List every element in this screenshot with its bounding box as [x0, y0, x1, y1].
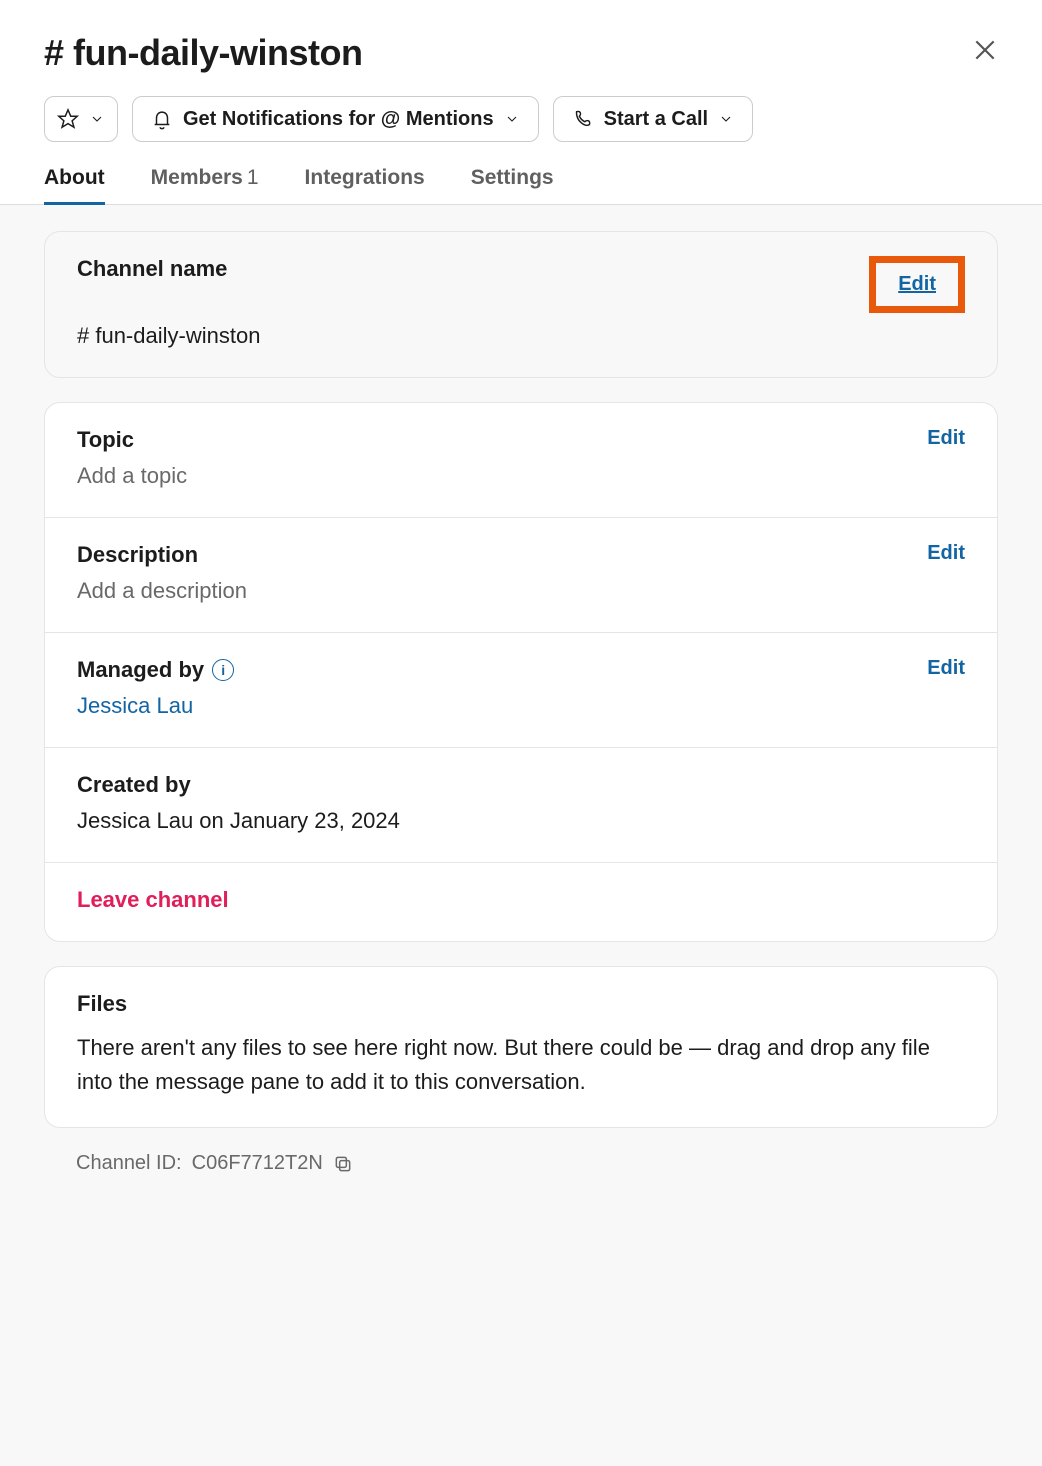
- notifications-button[interactable]: Get Notifications for @ Mentions: [132, 96, 539, 142]
- channel-id-value: C06F7712T2N: [192, 1152, 323, 1175]
- files-card: Files There aren't any files to see here…: [44, 966, 998, 1128]
- copy-icon[interactable]: [333, 1154, 353, 1174]
- star-icon: [57, 108, 79, 130]
- channel-name-card: Channel name Edit # fun-daily-winston: [44, 231, 998, 378]
- managed-by-label-text: Managed by: [77, 657, 204, 683]
- tab-integrations[interactable]: Integrations: [305, 166, 425, 204]
- managed-by-label: Managed by i: [77, 657, 234, 683]
- tabs: About Members1 Integrations Settings: [0, 166, 1042, 205]
- chevron-down-icon: [89, 111, 105, 127]
- modal-header: # fun-daily-winston Get Notifications fo…: [0, 0, 1042, 166]
- tab-about-label: About: [44, 166, 105, 189]
- phone-icon: [572, 108, 594, 130]
- start-call-button[interactable]: Start a Call: [553, 96, 753, 142]
- info-icon[interactable]: i: [212, 659, 234, 681]
- tab-members-label: Members: [151, 166, 243, 189]
- files-text: There aren't any files to see here right…: [77, 1031, 965, 1099]
- tab-members[interactable]: Members1: [151, 166, 259, 204]
- created-by-value: Jessica Lau on January 23, 2024: [77, 808, 965, 834]
- bell-icon: [151, 108, 173, 130]
- tab-settings-label: Settings: [471, 166, 554, 189]
- chevron-down-icon: [504, 111, 520, 127]
- modal-body: Channel name Edit # fun-daily-winston To…: [0, 205, 1042, 1466]
- edit-channel-name-button[interactable]: Edit: [869, 256, 965, 313]
- description-label: Description: [77, 542, 198, 568]
- channel-title: # fun-daily-winston: [44, 32, 363, 74]
- notifications-label: Get Notifications for @ Mentions: [183, 108, 494, 131]
- edit-managed-by-button[interactable]: Edit: [927, 657, 965, 680]
- description-section: Description Edit Add a description: [45, 518, 997, 633]
- files-label: Files: [77, 991, 965, 1017]
- tab-about[interactable]: About: [44, 166, 105, 204]
- channel-id-row: Channel ID: C06F7712T2N: [44, 1152, 998, 1175]
- topic-label: Topic: [77, 427, 134, 453]
- leave-channel-button[interactable]: Leave channel: [77, 887, 965, 913]
- channel-id-prefix: Channel ID:: [76, 1152, 182, 1175]
- created-by-section: Created by Jessica Lau on January 23, 20…: [45, 748, 997, 863]
- channel-name-value: # fun-daily-winston: [77, 323, 965, 349]
- description-value: Add a description: [77, 578, 965, 604]
- channel-details-modal: # fun-daily-winston Get Notifications fo…: [0, 0, 1042, 1466]
- chevron-down-icon: [718, 111, 734, 127]
- tab-integrations-label: Integrations: [305, 166, 425, 189]
- edit-topic-button[interactable]: Edit: [927, 427, 965, 450]
- channel-info-card: Topic Edit Add a topic Description Edit …: [44, 402, 998, 942]
- close-icon[interactable]: [972, 37, 998, 69]
- topic-section: Topic Edit Add a topic: [45, 403, 997, 518]
- edit-description-button[interactable]: Edit: [927, 542, 965, 565]
- created-by-label: Created by: [77, 772, 965, 798]
- channel-name-label: Channel name: [77, 256, 227, 282]
- managed-by-value[interactable]: Jessica Lau: [77, 693, 965, 719]
- action-row: Get Notifications for @ Mentions Start a…: [44, 96, 998, 142]
- leave-channel-section: Leave channel: [45, 863, 997, 941]
- tab-settings[interactable]: Settings: [471, 166, 554, 204]
- topic-value: Add a topic: [77, 463, 965, 489]
- tab-members-count: 1: [247, 166, 259, 189]
- start-call-label: Start a Call: [604, 108, 708, 131]
- managed-by-section: Managed by i Edit Jessica Lau: [45, 633, 997, 748]
- star-button[interactable]: [44, 96, 118, 142]
